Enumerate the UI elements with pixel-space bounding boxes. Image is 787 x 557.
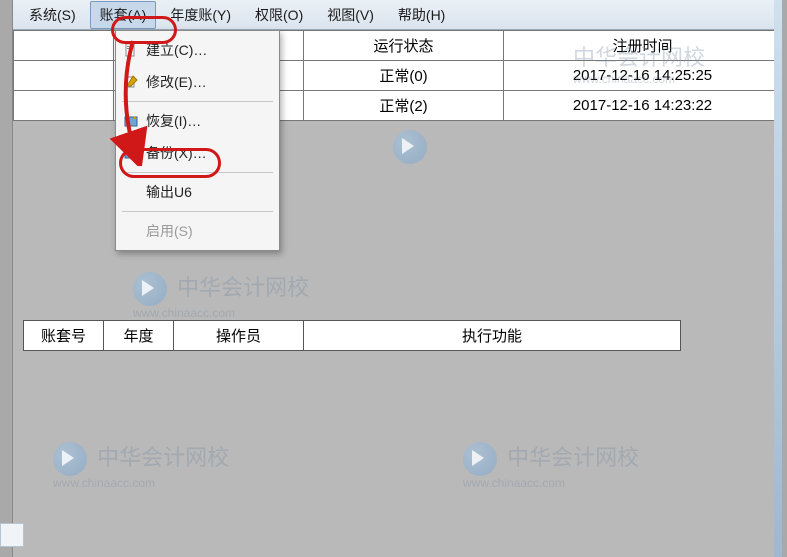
menu-item-label: 建立(C)…: [146, 42, 207, 58]
edit-icon: [124, 75, 138, 89]
restore-icon: [124, 114, 138, 128]
menu-item-restore[interactable]: 恢复(I)…: [118, 105, 277, 137]
menu-item-enable: 启用(S): [118, 215, 277, 247]
menu-separator: [122, 101, 273, 102]
menu-system[interactable]: 系统(S): [19, 1, 86, 29]
watermark-subtext: www.chinaacc.com: [53, 476, 229, 490]
account-set-dropdown: 建立(C)… 修改(E)… 恢复(I)… 备份(X)… 输出U6 启用(: [115, 30, 280, 251]
header-time: 注册时间: [504, 31, 782, 61]
menu-item-label: 恢复(I)…: [146, 113, 201, 129]
menu-item-label: 备份(X)…: [146, 145, 207, 161]
watermark-text: 中华会计网校: [507, 445, 639, 470]
watermark-logo-icon: [463, 442, 497, 476]
watermark-subtext: www.chinaacc.com: [463, 476, 639, 490]
header-status: 运行状态: [304, 31, 504, 61]
menu-year[interactable]: 年度账(Y): [160, 1, 241, 29]
menu-item-create[interactable]: 建立(C)…: [118, 34, 277, 66]
menu-item-label: 输出U6: [146, 184, 192, 200]
cell-time: 2017-12-16 14:25:25: [504, 61, 782, 91]
menu-help[interactable]: 帮助(H): [388, 1, 455, 29]
lower-panel: 账套号 年度 操作员 执行功能: [23, 320, 681, 351]
watermark: 中华会计网校 www.chinaacc.com: [463, 440, 639, 490]
menu-item-modify[interactable]: 修改(E)…: [118, 66, 277, 98]
cell-blank: [14, 91, 114, 121]
watermark: 中华会计网校 www.chinaacc.com: [53, 440, 229, 490]
watermark-logo-icon: [53, 442, 87, 476]
backup-icon: [124, 146, 138, 160]
menu-account-set[interactable]: 账套(A): [90, 1, 157, 29]
menu-permission[interactable]: 权限(O): [245, 1, 313, 29]
external-thumbnail: [0, 523, 24, 547]
header-year: 年度: [104, 321, 174, 351]
watermark-text: 中华会计网校: [97, 445, 229, 470]
header-account-no: 账套号: [24, 321, 104, 351]
file-new-icon: [124, 43, 138, 57]
menu-item-label: 修改(E)…: [146, 74, 207, 90]
header-blank: [14, 31, 114, 61]
tasks-table: 账套号 年度 操作员 执行功能: [23, 320, 681, 351]
menu-view[interactable]: 视图(V): [317, 1, 384, 29]
menu-separator: [122, 211, 273, 212]
menu-item-backup[interactable]: 备份(X)…: [118, 137, 277, 169]
menubar: 系统(S) 账套(A) 年度账(Y) 权限(O) 视图(V) 帮助(H): [13, 0, 782, 30]
header-function: 执行功能: [304, 321, 681, 351]
table-header-row: 账套号 年度 操作员 执行功能: [24, 321, 681, 351]
menu-item-export-u6[interactable]: 输出U6: [118, 176, 277, 208]
cell-blank: [14, 61, 114, 91]
menu-item-label: 启用(S): [146, 223, 193, 239]
cell-status: 正常(0): [304, 61, 504, 91]
header-operator: 操作员: [174, 321, 304, 351]
cell-status: 正常(2): [304, 91, 504, 121]
menu-separator: [122, 172, 273, 173]
cell-time: 2017-12-16 14:23:22: [504, 91, 782, 121]
right-edge-strip: [774, 0, 782, 557]
